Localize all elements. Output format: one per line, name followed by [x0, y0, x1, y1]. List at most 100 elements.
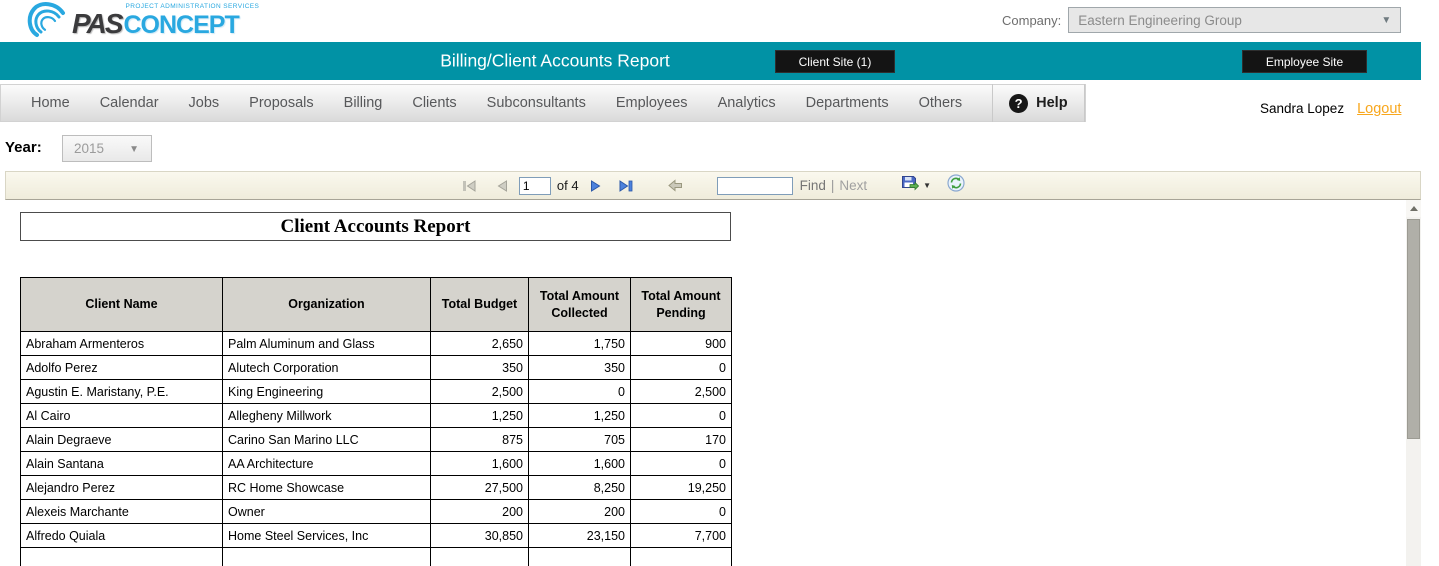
logout-link[interactable]: Logout — [1357, 101, 1401, 117]
table-cell: 350 — [430, 355, 529, 380]
scrollbar-thumb[interactable] — [1407, 219, 1420, 439]
scroll-up-button[interactable] — [1406, 200, 1421, 217]
table-row: Alfredo Quiala Home Steel Services, Inc 30… — [20, 523, 732, 548]
column-header: Total Amount Pending — [630, 277, 732, 332]
nav-item-subconsultants[interactable]: Subconsultants — [487, 95, 586, 111]
table-cell: Alexeis Marchante — [20, 499, 223, 524]
nav-item-clients[interactable]: Clients — [412, 95, 456, 111]
nav-item-analytics[interactable]: Analytics — [718, 95, 776, 111]
table-cell: 1,750 — [528, 331, 631, 356]
table-cell: Owner — [222, 499, 431, 524]
table-cell: 27,500 — [430, 475, 529, 500]
logo-swirl-icon — [26, 2, 68, 45]
table-cell: 1,600 — [430, 451, 529, 476]
table-cell: 705 — [528, 427, 631, 452]
table-cell — [430, 547, 529, 566]
table-cell: 1,600 — [528, 451, 631, 476]
report-toolbar: of 4 Find | Next ▼ — [5, 171, 1421, 200]
table-cell: 200 — [528, 499, 631, 524]
refresh-button[interactable] — [947, 174, 965, 197]
table-cell — [630, 547, 732, 566]
table-cell: Abraham Armenteros — [20, 331, 223, 356]
table-cell: 8,250 — [528, 475, 631, 500]
user-name: Sandra Lopez — [1260, 101, 1345, 116]
company-label: Company: — [1002, 12, 1062, 28]
table-cell: Al Cairo — [20, 403, 223, 428]
table-cell: Alain Degraeve — [20, 427, 223, 452]
table-cell: Adolfo Perez — [20, 355, 223, 380]
page-count-label: of 4 — [556, 178, 579, 193]
nav-item-jobs[interactable]: Jobs — [189, 95, 220, 111]
export-caret-icon: ▼ — [923, 181, 932, 190]
table-cell: King Engineering — [222, 379, 431, 404]
last-page-button[interactable] — [617, 176, 635, 196]
table-cell: Palm Aluminum and Glass — [222, 331, 431, 356]
nav-item-home[interactable]: Home — [31, 95, 70, 111]
logo-concept-text: CONCEPT — [123, 11, 240, 39]
table-row: Adolfo Perez Alutech Corporation 350 350 0 — [20, 355, 732, 380]
report-viewport: Client Accounts Report Client Name Organi… — [0, 200, 1406, 566]
table-cell: 1,250 — [430, 403, 529, 428]
table-row: Alain Degraeve Carino San Marino LLC 875 70… — [20, 427, 732, 452]
table-cell: 350 — [528, 355, 631, 380]
table-cell: Alfredo Quiala — [20, 523, 223, 548]
nav-item-proposals[interactable]: Proposals — [249, 95, 313, 111]
column-header: Total Budget — [430, 277, 529, 332]
year-select[interactable]: 2015 ▼ — [62, 135, 152, 162]
main-nav: Home Calendar Jobs Proposals Billing Clients S… — [0, 84, 1086, 122]
table-cell: 30,850 — [430, 523, 529, 548]
table-cell: 7,700 — [630, 523, 732, 548]
next-link[interactable]: Next — [839, 178, 867, 193]
client-site-button[interactable]: Client Site (1) — [775, 50, 895, 73]
table-cell: Alain Santana — [20, 451, 223, 476]
report-title: Client Accounts Report — [20, 212, 731, 241]
table-cell: AA Architecture — [222, 451, 431, 476]
table-cell — [528, 547, 631, 566]
chevron-down-icon: ▼ — [129, 144, 139, 155]
table-cell: 23,150 — [528, 523, 631, 548]
table-cell: 0 — [630, 403, 732, 428]
logo-pas-text: PAS — [72, 8, 123, 39]
employee-site-button[interactable]: Employee Site — [1242, 50, 1367, 73]
chevron-down-icon: ▼ — [1381, 15, 1392, 26]
table-cell: Allegheny Millwork — [222, 403, 431, 428]
scroll-up-arrow-icon — [1409, 206, 1418, 211]
company-select-value: Eastern Engineering Group — [1078, 12, 1242, 28]
table-cell: 0 — [528, 379, 631, 404]
nav-item-employees[interactable]: Employees — [616, 95, 688, 111]
table-body: Abraham Armenteros Palm Aluminum and Glas… — [20, 331, 732, 566]
table-row: Abraham Armenteros Palm Aluminum and Glas… — [20, 331, 732, 356]
nav-item-billing[interactable]: Billing — [344, 95, 383, 111]
first-page-button[interactable] — [461, 176, 479, 196]
export-button[interactable]: ▼ — [901, 175, 931, 197]
column-header: Organization — [222, 277, 431, 332]
save-export-icon — [901, 175, 920, 197]
nav-item-calendar[interactable]: Calendar — [100, 95, 159, 111]
client-accounts-table: Client Name Organization Total Budget Total… — [20, 277, 732, 566]
page-title: Billing/Client Accounts Report — [440, 50, 670, 71]
report-scrollbar[interactable] — [1406, 200, 1421, 566]
column-header: Total Amount Collected — [528, 277, 631, 332]
table-cell: Alutech Corporation — [222, 355, 431, 380]
table-cell: RC Home Showcase — [222, 475, 431, 500]
table-cell: 0 — [630, 451, 732, 476]
find-link[interactable]: Find — [800, 178, 826, 193]
table-cell: 170 — [630, 427, 732, 452]
page-number-input[interactable] — [518, 176, 551, 195]
parent-report-button[interactable] — [667, 176, 685, 196]
table-row — [20, 547, 732, 566]
table-row: Alain Santana AA Architecture 1,600 1,600 0 — [20, 451, 732, 476]
table-cell: Agustin E. Maristany, P.E. — [20, 379, 223, 404]
nav-item-others[interactable]: Others — [919, 95, 963, 111]
table-cell: 2,500 — [630, 379, 732, 404]
search-input[interactable] — [716, 176, 793, 195]
banner-bar: Billing/Client Accounts Report Client Si… — [0, 42, 1421, 80]
table-row: Alexeis Marchante Owner 200 200 0 — [20, 499, 732, 524]
previous-page-button[interactable] — [493, 176, 511, 196]
company-select[interactable]: Eastern Engineering Group ▼ — [1068, 7, 1402, 33]
top-header: PAS PROJECT ADMINISTRATION SERVICES CONCEP… — [0, 0, 1439, 42]
question-mark-icon: ? — [1009, 93, 1029, 113]
nav-item-departments[interactable]: Departments — [806, 95, 889, 111]
help-button[interactable]: ? Help — [992, 84, 1085, 122]
next-page-button[interactable] — [587, 176, 605, 196]
